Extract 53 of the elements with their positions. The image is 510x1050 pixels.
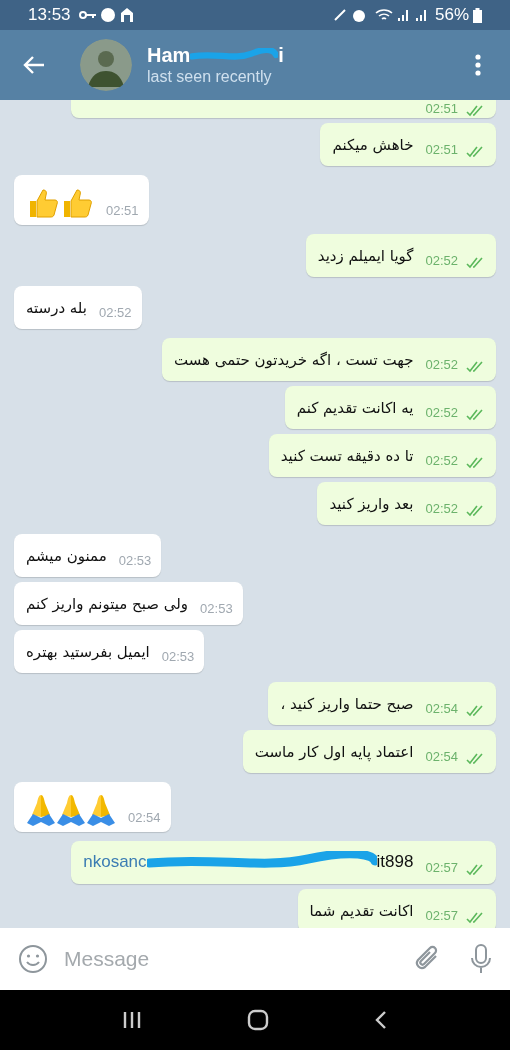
app-notification-icon bbox=[118, 7, 135, 23]
wifi-icon bbox=[374, 8, 393, 22]
last-seen-status: last seen recently bbox=[147, 67, 273, 87]
message-text: ممنون میشم bbox=[26, 546, 107, 566]
message-text: بعد واریز کنید bbox=[329, 494, 414, 514]
emoji-icon[interactable] bbox=[18, 944, 48, 974]
praying-hands-icon bbox=[26, 793, 56, 827]
message-time: 02:52 bbox=[99, 305, 132, 321]
message-text: صبح حتما واریز کنید ، bbox=[280, 694, 414, 714]
battery-icon bbox=[473, 7, 482, 23]
message-time: 02:52 bbox=[425, 253, 458, 269]
message-time: 02:52 bbox=[425, 405, 458, 421]
message-text-end: it898 bbox=[376, 850, 414, 873]
praying-hands-icon bbox=[86, 793, 116, 827]
more-options-icon bbox=[475, 54, 481, 76]
message-time: 02:52 bbox=[425, 357, 458, 373]
message-text: بله درسته bbox=[26, 298, 87, 318]
message-time: 02:54 bbox=[425, 749, 458, 765]
message-time: 02:51 bbox=[425, 101, 458, 117]
message-time: 02:52 bbox=[425, 453, 458, 469]
praying-hands-icon bbox=[56, 793, 86, 827]
key-icon bbox=[78, 10, 97, 20]
message-time: 02:52 bbox=[425, 501, 458, 517]
microphone-icon[interactable] bbox=[470, 944, 492, 974]
message-time: 02:54 bbox=[425, 701, 458, 717]
contact-name-end: i bbox=[278, 43, 284, 67]
recent-apps-icon[interactable] bbox=[122, 1011, 143, 1029]
message-text: اعتماد پایه اول کار ماست bbox=[254, 742, 414, 762]
message-text: تا ده دقیقه تست کنید bbox=[280, 446, 414, 466]
message-link[interactable]: nkosanc bbox=[83, 848, 147, 874]
message-text: گویا ایمیلم زدید bbox=[317, 246, 414, 266]
battery-percentage: 56% bbox=[434, 4, 469, 27]
message-text: ولی صبح میتونم واریز کنم bbox=[26, 594, 189, 614]
message-text: اکانت تقدیم شما bbox=[309, 901, 414, 921]
message-text: خاهش میکنم bbox=[332, 135, 414, 155]
avatar[interactable] bbox=[80, 39, 132, 91]
message-time: 02:53 bbox=[161, 649, 195, 665]
message-time: 02:53 bbox=[200, 601, 233, 617]
contact-name: Ham bbox=[147, 43, 191, 67]
message-time: 02:53 bbox=[118, 553, 152, 569]
message-input-field[interactable]: Message bbox=[64, 943, 414, 975]
message-time: 02:54 bbox=[128, 810, 161, 826]
message-text: یه اکانت تقدیم کنم bbox=[296, 398, 414, 418]
back-arrow-icon bbox=[23, 55, 45, 75]
message-time: 02:57 bbox=[425, 908, 458, 924]
message-time: 02:57 bbox=[425, 860, 458, 876]
clock: 13:53 bbox=[28, 4, 71, 27]
back-icon[interactable] bbox=[373, 1010, 388, 1030]
message-text: جهت تست ، اگه خریدتون حتمی هست bbox=[173, 350, 414, 370]
home-icon[interactable] bbox=[247, 1009, 269, 1031]
message-time: 02:51 bbox=[425, 142, 458, 158]
message-time: 02:51 bbox=[106, 203, 139, 219]
message-text: ایمیل بفرستید بهتره bbox=[26, 642, 150, 662]
